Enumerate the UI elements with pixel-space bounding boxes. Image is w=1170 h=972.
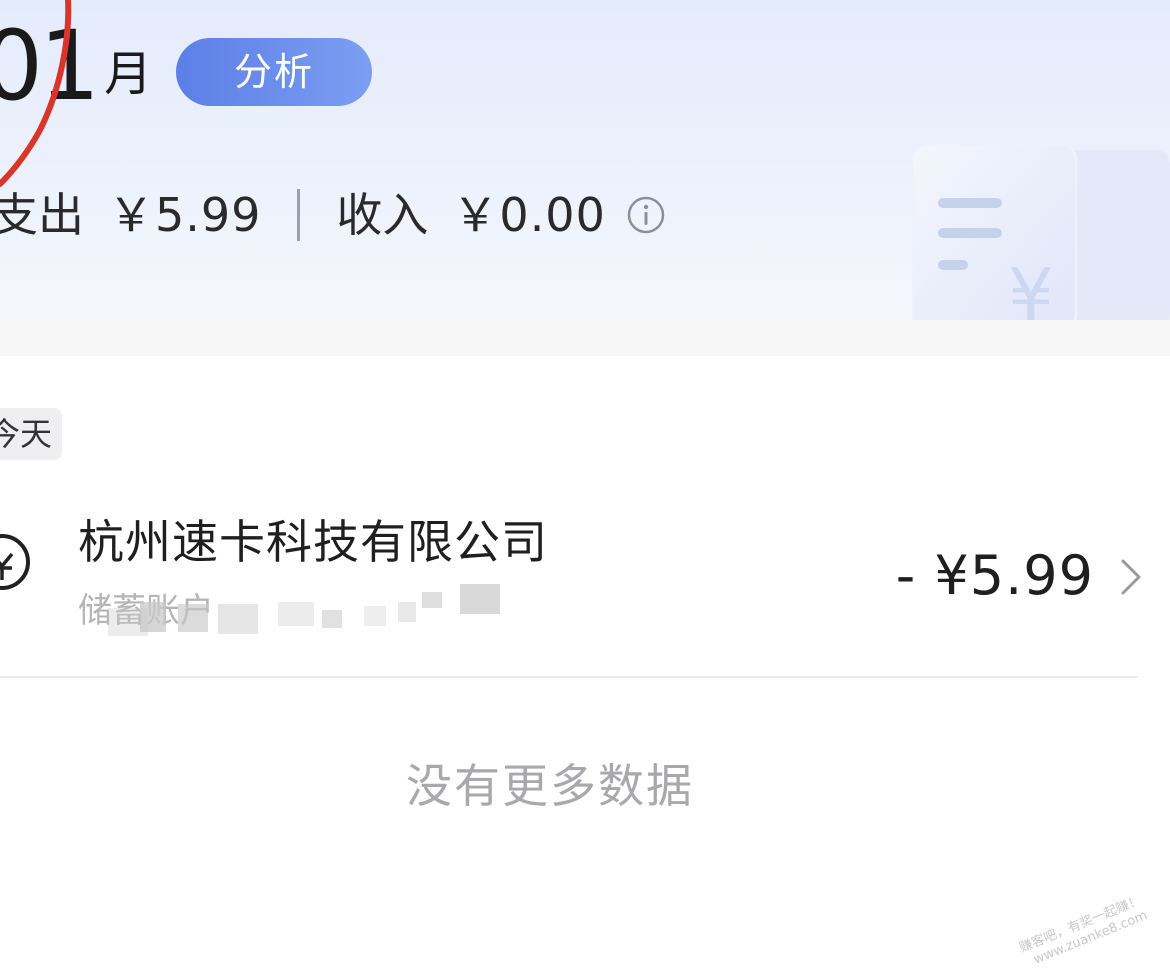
svg-text:¥: ¥ bbox=[1008, 253, 1054, 320]
month-header: 01 月 分析 支出 ￥5.99 收入 ￥0.00 ¥ bbox=[0, 0, 1170, 320]
blurred-account-number bbox=[278, 602, 314, 626]
blurred-account-number bbox=[322, 610, 342, 628]
date-group-label: 今天 bbox=[0, 408, 62, 460]
blurred-account-number bbox=[460, 584, 500, 614]
row-divider bbox=[0, 676, 1138, 678]
bill-decoration-icon: ¥ bbox=[912, 142, 1170, 320]
no-more-data-label: 没有更多数据 bbox=[406, 759, 694, 813]
analyze-button[interactable]: 分析 bbox=[176, 38, 372, 106]
section-separator bbox=[0, 320, 1170, 356]
info-icon[interactable] bbox=[626, 195, 666, 235]
blurred-account-number bbox=[140, 602, 166, 632]
red-annotation-mark bbox=[0, 0, 72, 187]
month-unit: 月 bbox=[104, 46, 153, 102]
merchant-name: 杭州速卡科技有限公司 bbox=[78, 515, 548, 569]
income-label: 收入 bbox=[336, 188, 429, 242]
blurred-account-number bbox=[398, 602, 416, 622]
blurred-account-number bbox=[422, 592, 442, 608]
blurred-account-number bbox=[218, 604, 258, 634]
income-value: ￥0.00 bbox=[452, 188, 606, 242]
summary-divider bbox=[297, 189, 301, 241]
transaction-amount: - ¥5.99 bbox=[895, 544, 1094, 607]
transaction-list: 今天 杭州速卡科技有限公司 储蓄账户 - ¥5.99 没有更多数据 bbox=[0, 356, 1170, 949]
account-info: 储蓄账户 bbox=[78, 584, 508, 638]
blurred-account-number bbox=[178, 604, 208, 632]
month-summary: 支出 ￥5.99 收入 ￥0.00 bbox=[0, 180, 666, 250]
bank-icon bbox=[0, 534, 30, 590]
blurred-account-number bbox=[364, 606, 386, 626]
expense-value: ￥5.99 bbox=[108, 188, 262, 242]
transaction-row[interactable]: 杭州速卡科技有限公司 储蓄账户 - ¥5.99 bbox=[0, 476, 1170, 676]
expense-label: 支出 bbox=[0, 188, 84, 242]
chevron-right-icon[interactable] bbox=[1120, 558, 1142, 596]
